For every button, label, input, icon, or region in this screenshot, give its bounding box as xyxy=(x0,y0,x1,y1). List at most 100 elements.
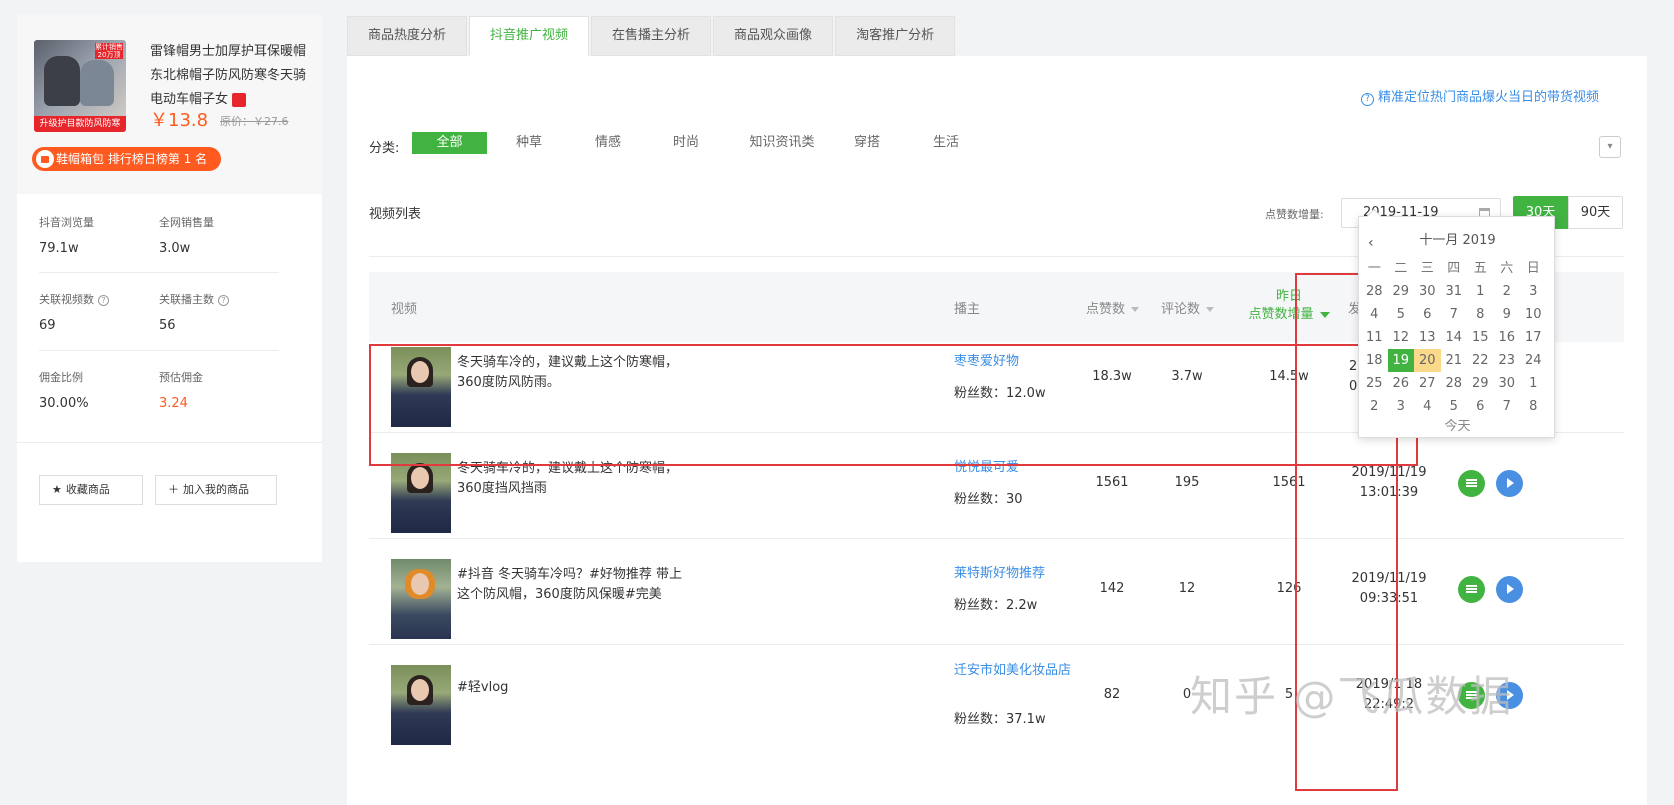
anchor-link[interactable]: 莱特斯好物推荐 xyxy=(954,564,1072,584)
calendar-day[interactable]: 20 xyxy=(1414,349,1441,372)
anchor-link[interactable]: 悦悦最可爱 xyxy=(954,458,1072,478)
col-comments[interactable]: 评论数 xyxy=(1161,298,1215,317)
stat-related-anchors: 关联播主数? 56 xyxy=(159,291,229,333)
sales-badge: 累计销售20万顶 xyxy=(95,43,123,59)
likes-count: 1561 xyxy=(1095,475,1129,490)
comments-count: 3.7w xyxy=(1171,369,1203,384)
add-mine-label: 加入我的商品 xyxy=(183,483,249,496)
add-to-mine-button[interactable]: ＋ 加入我的商品 xyxy=(155,475,277,505)
tab-audience-profile[interactable]: 商品观众画像 xyxy=(713,16,834,56)
calendar-day[interactable]: 9 xyxy=(1494,303,1521,326)
person-face xyxy=(411,467,429,489)
play-button[interactable] xyxy=(1496,682,1523,709)
product-title[interactable]: 雷锋帽男士加厚护耳保暖帽东北棉帽子防风防寒冬天骑电动车帽子女 xyxy=(150,40,310,112)
calendar-day[interactable]: 17 xyxy=(1520,326,1547,349)
calendar-day[interactable]: 18 xyxy=(1361,349,1388,372)
calendar-day[interactable]: 7 xyxy=(1441,303,1468,326)
anchor-link[interactable]: 枣枣爱好物 xyxy=(954,352,1072,372)
help-icon[interactable]: ? xyxy=(98,294,109,306)
col-yesterday-increase[interactable]: 昨日 点赞数增量 xyxy=(1239,288,1339,324)
help-icon[interactable]: ? xyxy=(218,294,229,306)
chevron-down-icon[interactable]: ▾ xyxy=(1599,136,1621,158)
calendar-weekday: 六 xyxy=(1500,261,1514,276)
publish-date: 2019/11/19 xyxy=(1351,465,1427,480)
calendar-day[interactable]: 30 xyxy=(1414,280,1441,303)
range-90-button[interactable]: 90天 xyxy=(1568,196,1623,229)
calendar-day[interactable]: 1 xyxy=(1520,372,1547,395)
stat-est-commission: 预估佣金 3.24 xyxy=(159,369,203,411)
divider xyxy=(17,442,322,443)
publish-time: 2019/11/19 13:01:39 xyxy=(1339,463,1439,503)
calendar-day[interactable]: 23 xyxy=(1494,349,1521,372)
sort-icon xyxy=(1206,307,1215,312)
category-grass[interactable]: 种草 xyxy=(497,132,561,154)
calendar-day[interactable]: 1 xyxy=(1467,280,1494,303)
help-link-text: 精准定位热门商品爆火当日的带货视频 xyxy=(1377,90,1599,105)
calendar-day[interactable]: 8 xyxy=(1467,303,1494,326)
question-icon: ? xyxy=(1360,93,1374,106)
calendar-day[interactable]: 5 xyxy=(1388,303,1415,326)
today-button[interactable]: 今天 xyxy=(1359,415,1556,434)
video-thumbnail[interactable] xyxy=(391,559,451,639)
video-title[interactable]: 冬天骑车冷的，建议戴上这个防寒帽，360度挡风挡雨 xyxy=(457,459,687,499)
calendar-day[interactable]: 19 xyxy=(1387,349,1414,372)
video-title[interactable]: 冬天骑车冷的，建议戴上这个防寒帽，360度防风防雨。 xyxy=(457,353,687,393)
anchor-link[interactable]: 迁安市如美化妆品店 xyxy=(954,661,1072,681)
category-emotion[interactable]: 情感 xyxy=(576,132,640,154)
calendar-day[interactable]: 27 xyxy=(1414,372,1441,395)
category-fashion[interactable]: 时尚 xyxy=(654,132,718,154)
comments-count: 12 xyxy=(1178,581,1196,596)
calendar-day[interactable]: 6 xyxy=(1414,303,1441,326)
publish-clock: 13:01:39 xyxy=(1359,485,1419,500)
calendar-day[interactable]: 3 xyxy=(1520,280,1547,303)
calendar-day[interactable]: 29 xyxy=(1467,372,1494,395)
calendar-day[interactable]: 29 xyxy=(1388,280,1415,303)
calendar-day[interactable]: 13 xyxy=(1414,326,1441,349)
product-thumbnail[interactable]: 累计销售20万顶 升级护目款防风防寒 xyxy=(34,40,126,132)
category-knowledge[interactable]: 知识资讯类 xyxy=(732,132,832,154)
category-outfit[interactable]: 穿搭 xyxy=(835,132,899,154)
favorite-button[interactable]: ★ 收藏商品 xyxy=(39,475,143,505)
help-link[interactable]: ? 精准定位热门商品爆火当日的带货视频 xyxy=(1360,86,1599,106)
video-thumbnail[interactable] xyxy=(391,453,451,533)
calendar-day[interactable]: 2 xyxy=(1494,280,1521,303)
calendar-day[interactable]: 25 xyxy=(1361,372,1388,395)
calendar-day[interactable]: 16 xyxy=(1494,326,1521,349)
comments-count: 195 xyxy=(1174,475,1200,490)
calendar-day[interactable]: 10 xyxy=(1520,303,1547,326)
rank-badge: 鞋帽箱包 排行榜日榜第 1 名 xyxy=(32,147,222,171)
video-title[interactable]: #轻vlog xyxy=(457,678,687,698)
detail-button[interactable] xyxy=(1458,470,1485,497)
calendar-day[interactable]: 14 xyxy=(1441,326,1468,349)
calendar-day[interactable]: 4 xyxy=(1361,303,1388,326)
calendar-day[interactable]: 21 xyxy=(1441,349,1468,372)
table-row: #轻vlog 迁安市如美化妆品店 粉丝数：37.1w 82 0 5 2019/1… xyxy=(369,645,1624,751)
calendar-day[interactable]: 12 xyxy=(1388,326,1415,349)
calendar-day[interactable]: 11 xyxy=(1361,326,1388,349)
detail-button[interactable] xyxy=(1458,682,1485,709)
video-title[interactable]: #抖音 冬天骑车冷吗？#好物推荐 带上这个防风帽，360度防风保暖#完美 xyxy=(457,565,687,605)
calendar-day[interactable]: 30 xyxy=(1494,372,1521,395)
video-thumbnail[interactable] xyxy=(391,665,451,745)
calendar-day[interactable]: 28 xyxy=(1361,280,1388,303)
col-likes[interactable]: 点赞数 xyxy=(1086,298,1140,317)
tab-anchor-analysis[interactable]: 在售播主分析 xyxy=(591,16,712,56)
calendar-day[interactable]: 31 xyxy=(1441,280,1468,303)
tab-heat-analysis[interactable]: 商品热度分析 xyxy=(347,16,468,56)
stat-label: 关联视频数 xyxy=(39,293,94,306)
play-button[interactable] xyxy=(1496,576,1523,603)
video-thumbnail[interactable] xyxy=(391,347,451,427)
tab-taoke-analysis[interactable]: 淘客推广分析 xyxy=(835,16,956,56)
category-life[interactable]: 生活 xyxy=(914,132,978,154)
tab-douyin-videos[interactable]: 抖音推广视频 xyxy=(469,16,590,56)
calendar-day[interactable]: 26 xyxy=(1388,372,1415,395)
calendar-day[interactable]: 28 xyxy=(1441,372,1468,395)
detail-button[interactable] xyxy=(1458,576,1485,603)
calendar-day[interactable]: 15 xyxy=(1467,326,1494,349)
category-all[interactable]: 全部 xyxy=(412,132,487,154)
calendar-week-row: 28 29 30 31 1 2 3 xyxy=(1361,280,1553,303)
calendar-day[interactable]: 24 xyxy=(1520,349,1547,372)
likes-count: 82 xyxy=(1103,687,1121,702)
play-button[interactable] xyxy=(1496,470,1523,497)
calendar-day[interactable]: 22 xyxy=(1467,349,1494,372)
